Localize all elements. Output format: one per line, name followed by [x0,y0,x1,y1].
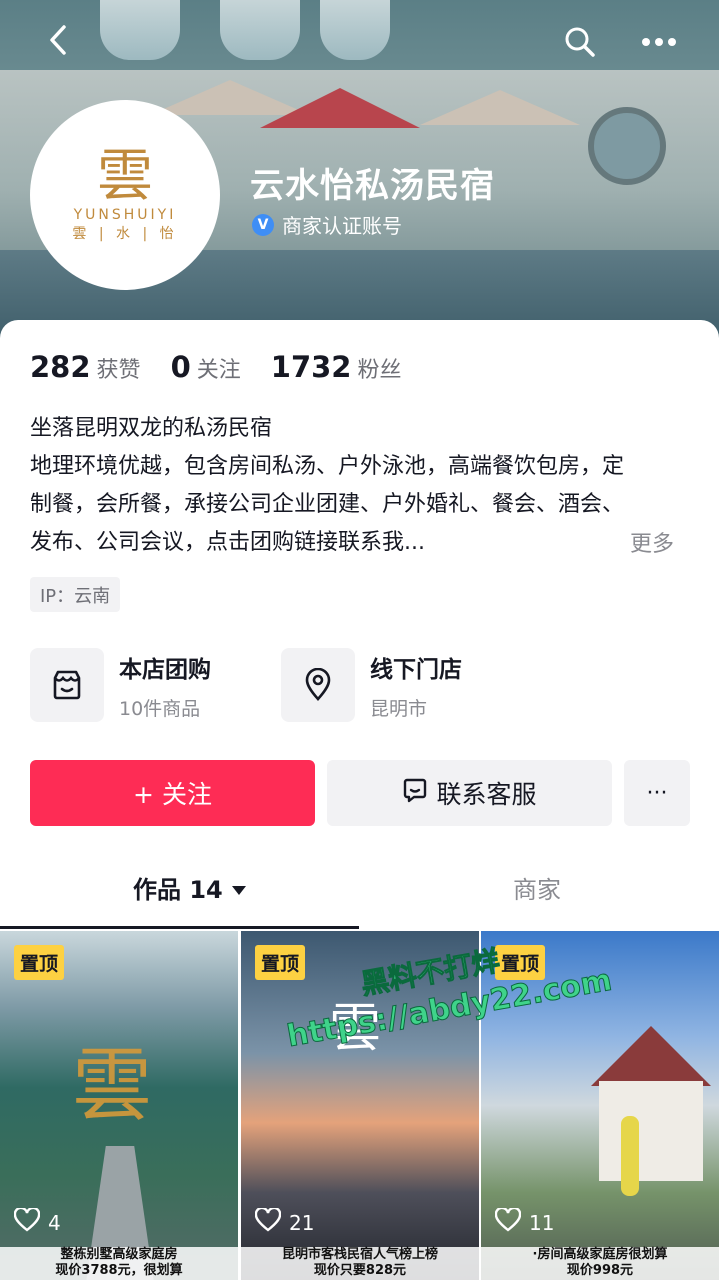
logo-mark-icon: 雲 [72,1039,152,1132]
verified-badge: V 商家认证账号 [252,210,402,239]
tab-indicator [0,926,359,929]
video-caption: ·房间高级家庭房很划算 现价998元 [481,1247,719,1280]
avatar[interactable]: 雲 YUNSHUIYI 雲 | 水 | 怡 [30,100,220,290]
stat-value: 282 [30,350,91,384]
stat-label: 粉丝 [357,358,402,383]
heart-icon [13,1206,41,1237]
logo-mark-icon: 雲 [97,144,153,209]
curtain-decor [220,0,300,60]
like-value: 11 [529,1210,555,1235]
follow-button[interactable]: + 关注 [30,760,315,826]
stat-label: 关注 [196,358,241,383]
like-count: 21 [254,1206,315,1237]
stat-label: 获赞 [96,358,141,383]
house-wall-decor [599,1081,703,1181]
video-grid: 雲 置顶 4 整栋别墅高级家庭房 现价3788元，很划算 雲 置顶 21 昆明市… [0,931,719,1280]
stat-value: 1732 [270,350,352,384]
search-icon[interactable] [560,22,600,62]
service-title: 本店团购 [119,656,211,683]
group-buy-entry[interactable]: 本店团购 10件商品 [30,648,211,722]
stats-row: 282 获赞 0 关注 1732 粉丝 [30,350,402,384]
umbrella-decor [420,90,580,125]
logo-english: YUNSHUIYI [73,207,177,223]
curtain-decor [100,0,180,60]
verified-label: 商家认证账号 [282,214,402,238]
verified-check-icon: V [252,213,274,236]
contact-label: 联系客服 [436,780,537,809]
bio-text: 坐落昆明双龙的私汤民宿 地理环境优越，包含房间私汤、户外泳池，高端餐饮包房，定制… [30,410,690,562]
service-subtitle: 昆明市 [370,697,428,720]
heart-icon [494,1206,522,1237]
round-window-decor [588,107,666,185]
person-decor [621,1116,639,1196]
stat-followers[interactable]: 1732 粉丝 [271,350,402,384]
like-count: 4 [13,1206,61,1237]
account-name: 云水怡私汤民宿 [250,166,495,206]
bio-line: 坐落昆明双龙的私汤民宿 [30,416,273,441]
video-caption: 昆明市客栈民宿人气榜上榜 现价只要828元 [241,1247,479,1280]
like-value: 4 [48,1210,61,1235]
tab-label: 作品 14 [133,876,223,904]
like-value: 21 [289,1210,315,1235]
video-caption: 整栋别墅高级家庭房 现价3788元，很划算 [0,1247,238,1280]
service-subtitle: 10件商品 [119,697,201,720]
like-count: 11 [494,1206,555,1237]
stat-likes[interactable]: 282 获赞 [30,350,141,384]
offline-store-entry[interactable]: 线下门店 昆明市 [281,648,462,722]
more-dots-icon[interactable] [637,22,681,62]
location-pin-icon [281,648,355,722]
house-roof-decor [591,1026,711,1086]
stat-following[interactable]: 0 关注 [171,350,241,384]
ip-location-badge: IP：云南 [30,577,121,612]
stat-value: 0 [170,350,191,384]
umbrella-decor [260,88,420,128]
service-title: 线下门店 [370,656,462,683]
pinned-badge: 置顶 [255,945,306,980]
back-arrow-icon[interactable] [40,22,76,58]
bio-line: 地理环境优越，包含房间私汤、户外泳池，高端餐饮包房，定制餐，会所餐，承接公司企业… [30,454,625,555]
shop-icon [30,648,104,722]
contact-service-button[interactable]: 联系客服 [327,760,612,826]
tab-merchant[interactable]: 商家 [513,870,561,905]
video-tile[interactable]: 雲 置顶 4 整栋别墅高级家庭房 现价3788元，很划算 [0,931,238,1280]
tab-works[interactable]: 作品 14 [133,870,247,905]
logo-chinese: 雲 | 水 | 怡 [72,226,178,242]
bio-more-link[interactable]: 更多 [630,526,674,558]
chat-icon [402,777,428,809]
curtain-decor [320,0,390,60]
pinned-badge: 置顶 [14,945,65,980]
caret-down-icon[interactable] [231,874,247,902]
heart-icon [254,1206,282,1237]
more-actions-button[interactable]: ··· [624,760,690,826]
profile-cover: 雲 YUNSHUIYI 雲 | 水 | 怡 云水怡私汤民宿 V 商家认证账号 [0,0,719,345]
